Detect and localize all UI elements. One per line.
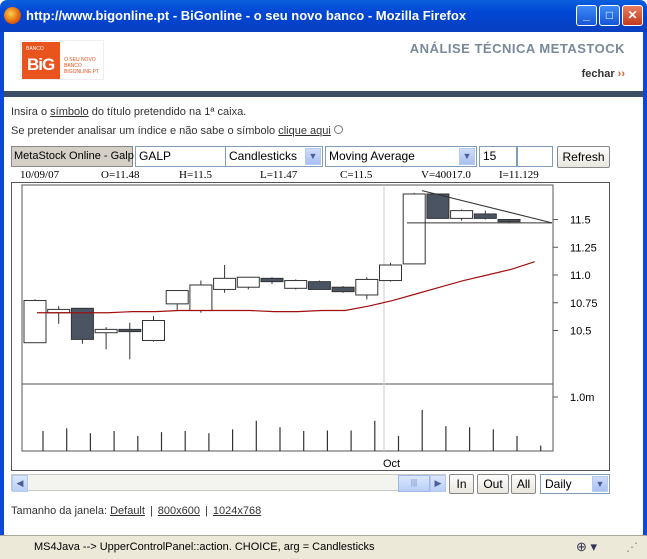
window-size-label: Tamanho da janela: — [11, 505, 111, 517]
candle-body — [402, 193, 426, 265]
y-tick-label: 11.0 — [570, 270, 591, 282]
info-low: L=11.47 — [260, 169, 298, 181]
extra-input[interactable] — [517, 146, 553, 167]
candle-body — [213, 277, 237, 290]
big-logo[interactable]: BANCO BiG O SEU NOVO BANCO BIGONLINE.PT — [20, 40, 104, 80]
window-titlebar[interactable]: http://www.bigonline.pt - BiGonline - o … — [0, 0, 647, 32]
status-bar: MS4Java --> UpperControlPanel::action. C… — [0, 535, 647, 559]
chevron-down-icon[interactable]: ▼ — [459, 148, 475, 165]
candle-body — [450, 210, 474, 219]
scroll-right-icon[interactable]: ▶ — [430, 475, 446, 492]
instruction-text: Insira o — [11, 106, 51, 118]
size-800-link[interactable]: 800x600 — [158, 505, 200, 517]
candle-body — [236, 276, 260, 288]
y-tick-label: 11.5 — [570, 215, 591, 227]
firefox-icon — [4, 7, 21, 24]
minimize-button[interactable]: _ — [576, 5, 597, 26]
size-1024-link[interactable]: 1024x768 — [213, 505, 261, 517]
window-border-right — [643, 32, 647, 535]
window-size-options: Tamanho da janela: Default | 800x600 | 1024x… — [11, 505, 261, 517]
candle-body — [331, 286, 355, 293]
zoom-out-button[interactable]: Out — [477, 474, 509, 494]
header-divider — [4, 91, 643, 97]
zoom-icon[interactable]: ⊕ ▾ — [576, 539, 597, 555]
instruction-line-2: Se pretender analisar um índice e não sa… — [11, 125, 343, 137]
candle-body — [118, 328, 142, 333]
indicator-select[interactable]: Moving Average ▼ — [325, 146, 477, 167]
scroll-left-icon[interactable]: ◀ — [12, 475, 28, 492]
info-indicator: I=11.129 — [499, 169, 539, 181]
y-tick-label: 10.75 — [570, 298, 598, 310]
candle-body — [355, 278, 379, 296]
interval-select[interactable]: Daily ▼ — [540, 474, 610, 494]
info-date: 10/09/07 — [20, 169, 60, 181]
show-all-button[interactable]: All — [511, 474, 536, 494]
logo-subtext: O SEU NOVO BANCO BIGONLINE.PT — [64, 57, 100, 75]
chart-navigation: ◀ ||| ▶ In Out All Daily ▼ — [11, 474, 610, 494]
info-high: H=11.5 — [179, 169, 212, 181]
y-tick-label: 11.25 — [570, 242, 597, 254]
logo-mark: BANCO BiG — [22, 42, 60, 79]
info-open: O=11.48 — [101, 169, 140, 181]
maximize-button[interactable]: □ — [599, 5, 620, 26]
symbol-link[interactable]: símbolo — [50, 106, 89, 118]
chart-scrollbar[interactable]: ◀ ||| ▶ — [11, 474, 446, 492]
candle-body — [94, 328, 118, 334]
volume-tick-label: 1.0m — [570, 392, 594, 404]
price-chart[interactable]: 11.5 11.25 11.0 10.75 10.5 1.0m — [12, 183, 609, 470]
double-chevron-icon: ›› — [617, 68, 625, 80]
candle-body — [142, 320, 165, 341]
logo-main-text: BiG — [27, 55, 55, 74]
window-border-left — [0, 32, 4, 535]
candle-body — [307, 281, 331, 290]
candle-body — [379, 264, 402, 282]
plot-frame — [21, 184, 554, 452]
chart-type-value: Candlesticks — [229, 149, 298, 163]
magnifier-icon[interactable] — [333, 125, 343, 134]
candle-body — [426, 193, 450, 219]
refresh-button[interactable]: Refresh — [557, 146, 610, 168]
instruction-text: Se pretender analisar um índice e não sa… — [11, 125, 279, 137]
info-close: C=11.5 — [340, 169, 373, 181]
chart-panel[interactable]: 11.5 11.25 11.0 10.75 10.5 1.0m Oct — [11, 182, 610, 471]
instruction-text: do título pretendido na 1ª caixa. — [88, 106, 247, 118]
indicator-value: Moving Average — [329, 149, 415, 163]
symbol-input[interactable]: GALP — [135, 146, 235, 167]
logo-small-text: BANCO — [26, 46, 44, 52]
candle-body — [473, 213, 497, 219]
ohlc-infobar: 10/09/07 O=11.48 H=11.5 L=11.47 C=11.5 V… — [11, 168, 555, 182]
candle-body — [497, 219, 521, 223]
size-default-link[interactable]: Default — [110, 505, 145, 517]
x-axis-label-oct: Oct — [383, 458, 401, 470]
zoom-in-button[interactable]: In — [449, 474, 474, 494]
close-button[interactable]: ✕ — [622, 5, 643, 26]
candle-body — [165, 290, 189, 305]
chevron-down-icon[interactable]: ▼ — [592, 476, 608, 492]
candle-body — [189, 284, 213, 312]
window-title: http://www.bigonline.pt - BiGonline - o … — [26, 8, 467, 23]
separator: | — [149, 505, 153, 517]
status-message: MS4Java --> UpperControlPanel::action. C… — [34, 541, 375, 553]
metastock-applet: MetaStock Online - Galp GALP Candlestick… — [11, 146, 610, 494]
applet-label: MetaStock Online - Galp — [11, 146, 134, 167]
candle-body — [260, 277, 284, 283]
interval-value: Daily — [545, 477, 572, 491]
page-title: ANÁLISE TÉCNICA METASTOCK — [409, 41, 625, 56]
close-link-label: fechar — [581, 68, 615, 80]
close-link[interactable]: fechar ›› — [582, 68, 625, 80]
y-tick-label: 10.5 — [570, 326, 591, 338]
separator: | — [205, 505, 208, 517]
instruction-line-1: Insira o símbolo do título pretendido na… — [11, 106, 246, 118]
chevron-down-icon[interactable]: ▼ — [305, 148, 321, 165]
click-here-link[interactable]: clique aqui — [278, 125, 331, 137]
scrollbar-thumb[interactable]: ||| — [398, 475, 430, 492]
period-input[interactable]: 15 — [479, 146, 517, 167]
resize-grip-icon[interactable]: ⋰ — [626, 540, 638, 554]
chart-type-select[interactable]: Candlesticks ▼ — [225, 146, 323, 167]
candle-body — [23, 300, 47, 344]
candle-body — [284, 280, 308, 289]
info-volume: V=40017.0 — [421, 169, 471, 181]
